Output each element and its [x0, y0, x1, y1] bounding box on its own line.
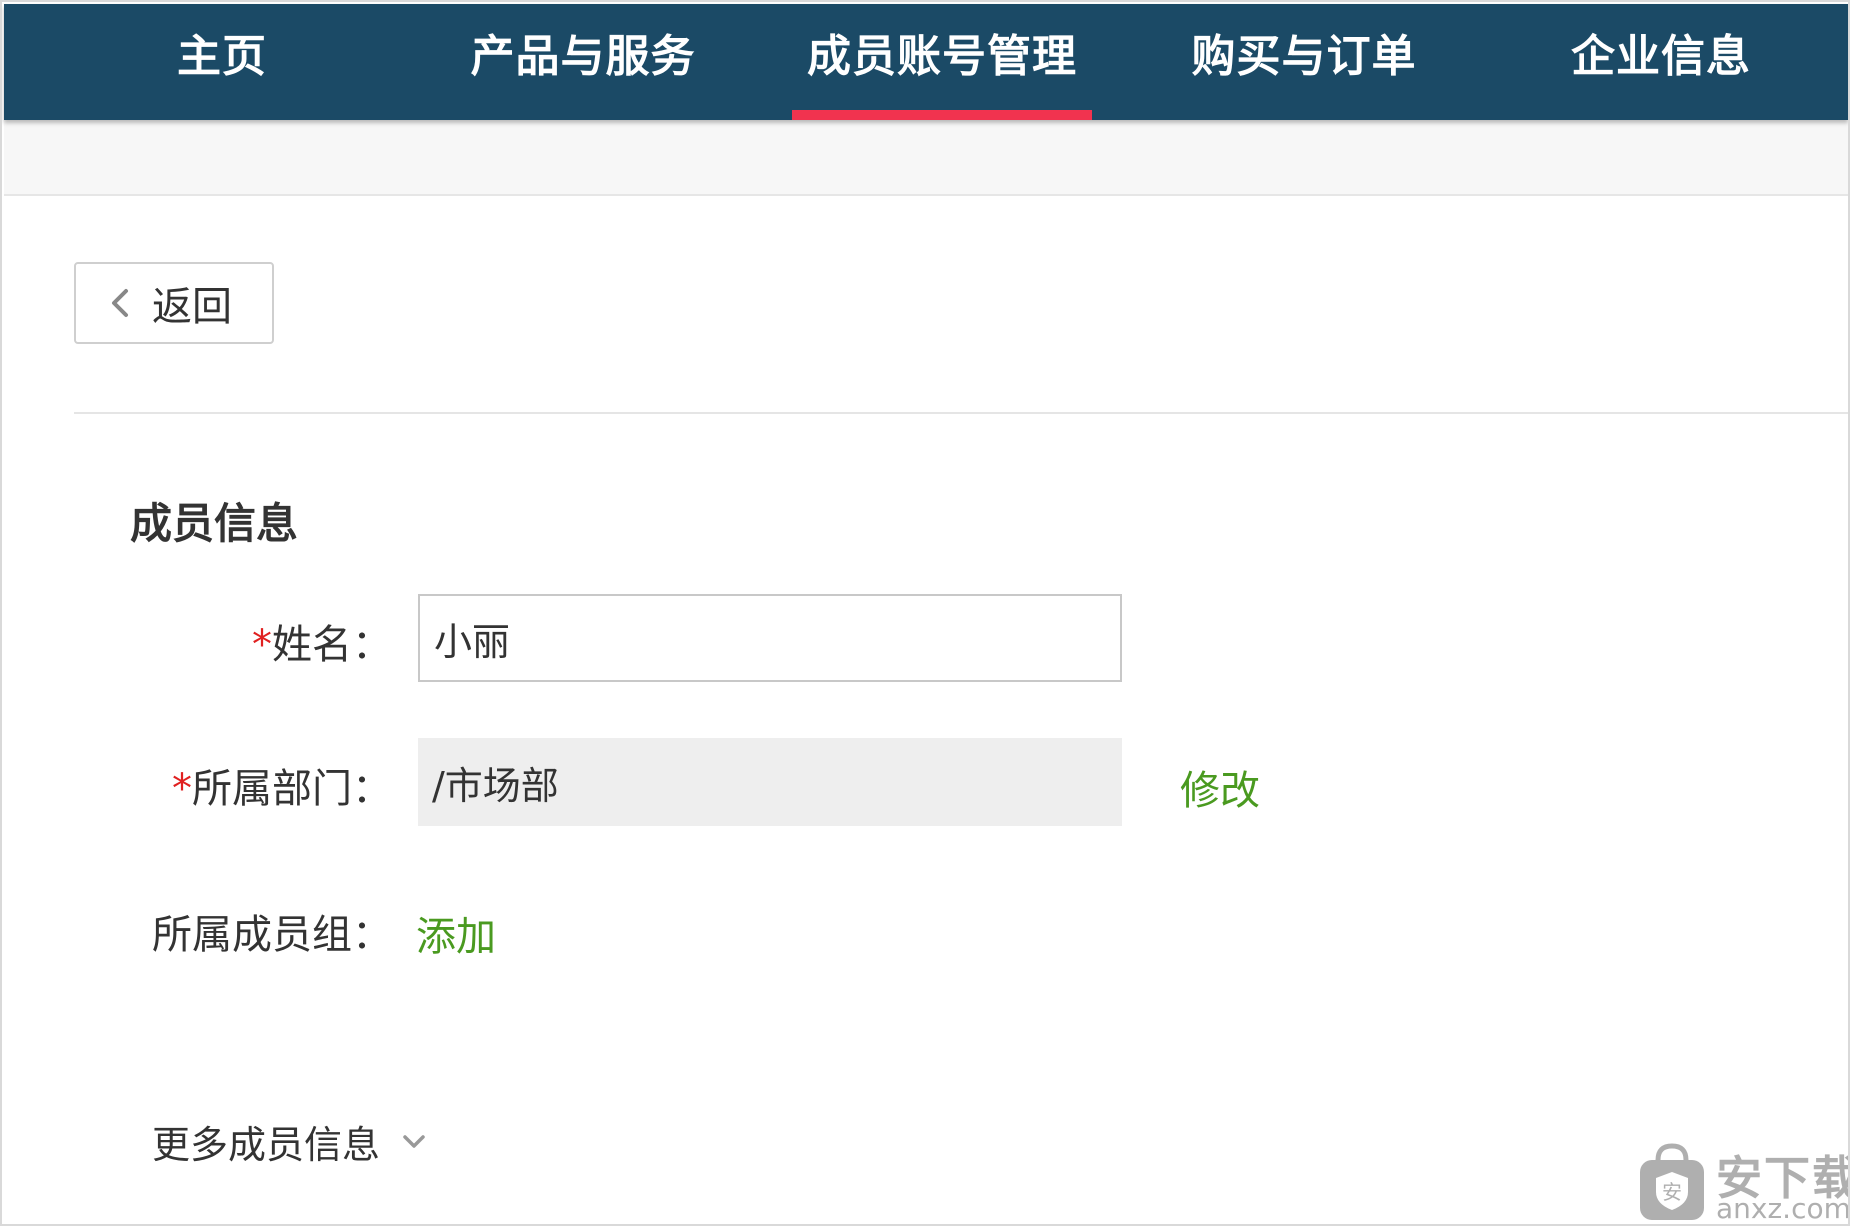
department-label: *所属部门：: [172, 756, 392, 814]
divider: [74, 412, 1848, 414]
nav-item-purchase-orders[interactable]: 购买与订单: [1184, 4, 1424, 120]
department-label-text: 所属部门: [192, 766, 352, 812]
section-title: 成员信息: [130, 499, 299, 548]
back-button[interactable]: 返回: [74, 262, 274, 344]
name-input[interactable]: [418, 594, 1122, 682]
shield-bag-icon: 安: [1640, 1143, 1704, 1220]
department-value: /市场部: [432, 763, 559, 808]
nav-item-label: 成员账号管理: [807, 31, 1077, 82]
label-separator: ：: [352, 622, 392, 668]
top-navigation: 主页 产品与服务 成员账号管理 购买与订单 企业信息: [4, 4, 1848, 120]
name-label: *姓名：: [252, 612, 392, 670]
member-group-label-text: 所属成员组: [152, 912, 352, 958]
nav-item-home[interactable]: 主页: [122, 4, 322, 120]
nav-item-label: 主页: [177, 31, 267, 82]
required-mark: *: [252, 622, 272, 668]
sub-header-bar: [4, 120, 1848, 196]
label-separator: ：: [352, 912, 392, 958]
nav-item-products-services[interactable]: 产品与服务: [466, 4, 700, 120]
add-member-group-link[interactable]: 添加: [416, 904, 496, 962]
nav-item-member-accounts[interactable]: 成员账号管理: [792, 4, 1092, 120]
nav-item-label: 产品与服务: [470, 31, 696, 82]
watermark-text-en: anxz.com: [1716, 1192, 1850, 1225]
nav-item-label: 购买与订单: [1191, 31, 1417, 82]
label-separator: ：: [352, 766, 392, 812]
department-field: /市场部: [418, 738, 1122, 826]
member-group-label: 所属成员组：: [152, 902, 392, 960]
nav-item-label: 企业信息: [1571, 31, 1751, 82]
name-label-text: 姓名: [272, 622, 352, 668]
chevron-left-icon: [112, 289, 128, 317]
more-member-info-label: 更多成员信息: [152, 1123, 381, 1167]
app-frame: 主页 产品与服务 成员账号管理 购买与订单 企业信息 返回 成员信息 *姓名： …: [0, 0, 1850, 1226]
svg-text:安: 安: [1662, 1180, 1682, 1204]
modify-department-link[interactable]: 修改: [1180, 758, 1260, 816]
chevron-down-icon: [403, 1134, 425, 1148]
more-member-info-toggle[interactable]: 更多成员信息: [152, 1114, 428, 1169]
watermark: 安 安下载 anxz.com: [1632, 1142, 1848, 1224]
required-mark: *: [172, 766, 192, 812]
nav-item-company-info[interactable]: 企业信息: [1556, 4, 1766, 120]
active-tab-indicator: [792, 110, 1092, 120]
back-button-label: 返回: [152, 284, 232, 330]
